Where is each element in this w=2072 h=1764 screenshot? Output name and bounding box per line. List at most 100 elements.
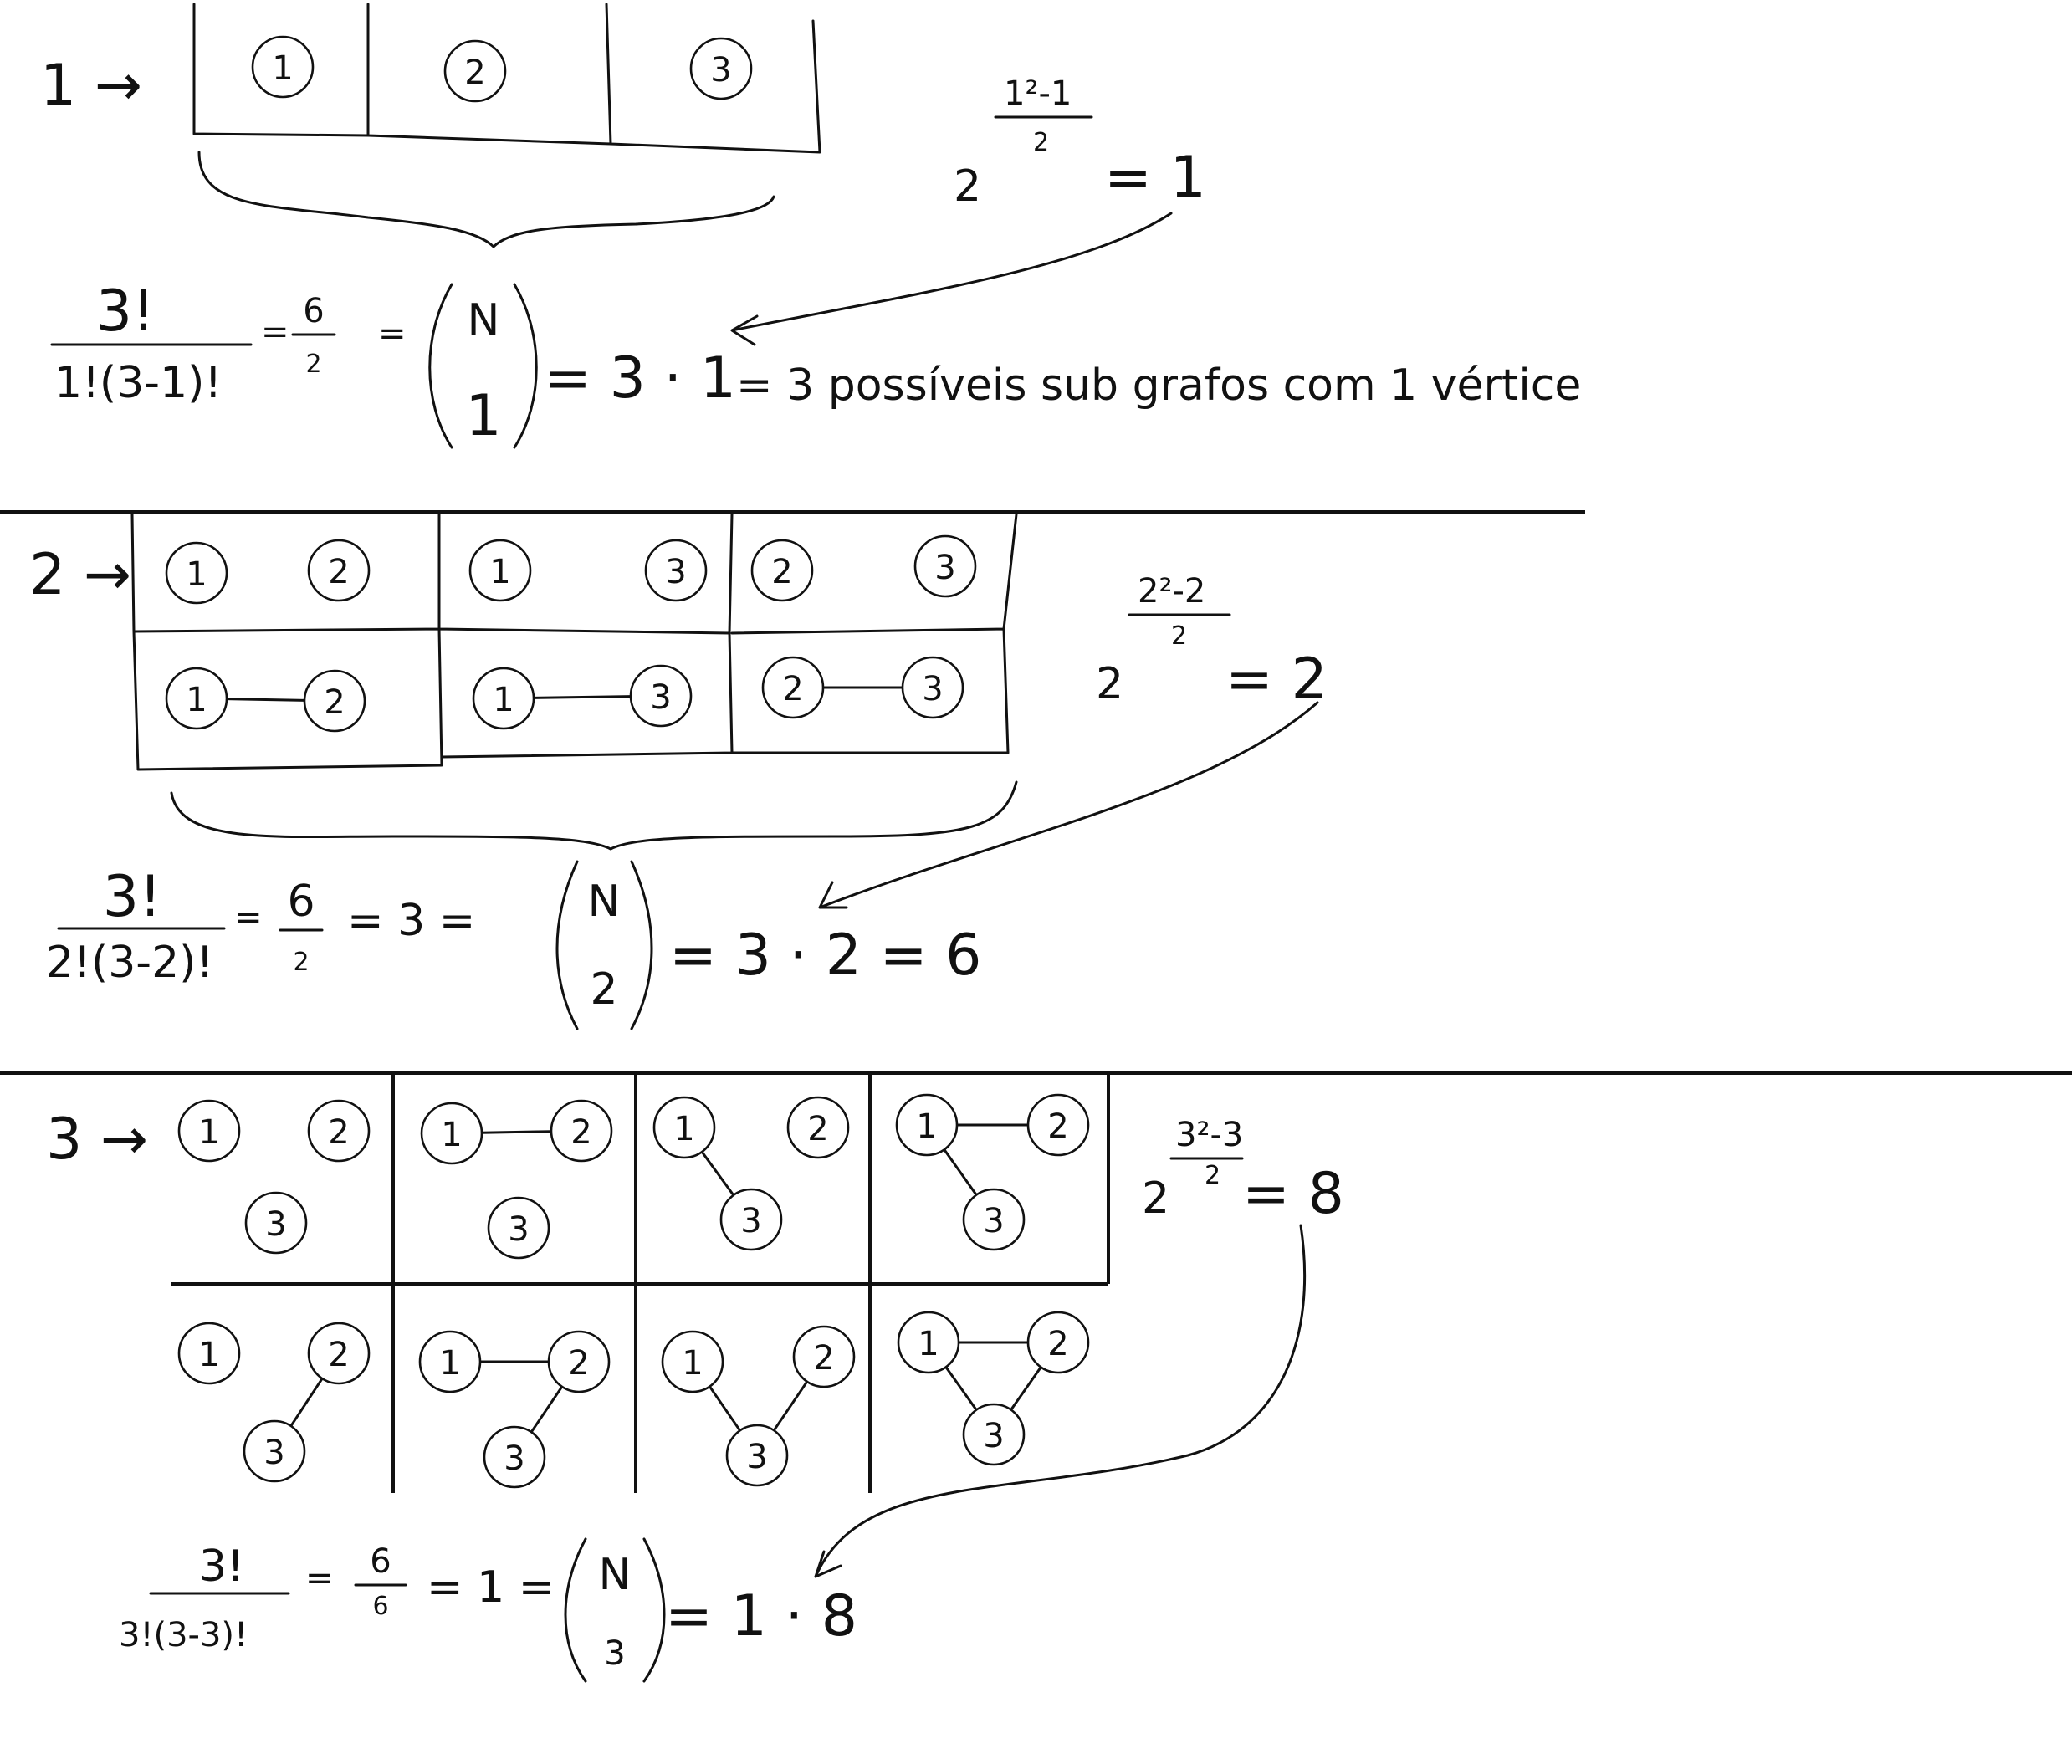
- section-2-graph-1: 12: [165, 539, 371, 605]
- section-3-result: = 1 · 8: [665, 1583, 857, 1649]
- section-1-power-exp-den: 2: [1033, 128, 1049, 157]
- section-3-eq1: =: [305, 1559, 334, 1598]
- graph-node-label-3: 3: [922, 670, 943, 708]
- graph-node-label-3: 3: [934, 549, 955, 587]
- section-2-graph-6: 23: [761, 656, 964, 719]
- section-3-frac-den: 3!(3-3)!: [119, 1616, 248, 1654]
- graph-node-label-2: 2: [568, 1344, 589, 1383]
- graph-node-label-1: 1: [682, 1344, 703, 1383]
- section-3-binom-left-paren: [564, 1537, 587, 1683]
- section-3-frac2-den: 6: [372, 1592, 388, 1621]
- section-2-power-exp-num: 2²-2: [1138, 572, 1205, 611]
- section-1-arrow: [730, 212, 1173, 346]
- section-2-arrow: [818, 701, 1319, 909]
- graph-edge-2-3: [530, 1385, 564, 1434]
- section-2-label: 2 →: [29, 542, 131, 608]
- graph-node-label-2: 2: [328, 1336, 349, 1374]
- section-2-box-frame: [130, 513, 1018, 771]
- graph-node-label-2: 2: [771, 553, 792, 591]
- graph-edge-2-3: [1010, 1365, 1042, 1412]
- section-3-graph-2: 1 2 3: [420, 1099, 613, 1260]
- graphs-layer: 1 2 31 2 1 3 2 31 2 1 3 2 31 231 231 231 231 231 231 231 23: [165, 35, 1090, 1489]
- graph-edge-1-3: [944, 1365, 978, 1412]
- section-3-power: 2 3²-3 2 = 8: [1142, 1116, 1344, 1227]
- graph-node-label-3: 3: [983, 1417, 1004, 1455]
- section-1-binom-left-paren: [428, 283, 453, 449]
- section-1-binom-right-paren: [513, 283, 538, 449]
- section-2-graph-2: 13: [468, 539, 708, 602]
- graph-node-label-1: 1: [918, 1325, 939, 1363]
- section-3-frac2-num: 6: [370, 1542, 391, 1581]
- graph-node-label-3: 3: [508, 1210, 529, 1249]
- section-3-graph-3: 1 2 3: [652, 1096, 850, 1251]
- section-1-frac2-den: 2: [305, 350, 321, 379]
- section-3-graph-8: 1 2 3: [897, 1311, 1090, 1466]
- graph-node-label-1: 1: [439, 1344, 460, 1383]
- graph-edge-1-3: [532, 695, 632, 699]
- section-1-graph-3: 3: [689, 37, 753, 100]
- section-3-graph-1: 1 2 3: [177, 1099, 371, 1255]
- section-1-result: = 3 · 1: [544, 345, 736, 412]
- graph-edge-2-3: [289, 1377, 324, 1428]
- graph-node-label-2: 2: [1047, 1107, 1068, 1146]
- section-2-binom-top: N: [588, 877, 621, 927]
- section-1-result-tail: = 3 possíveis sub grafos com 1 vértice: [736, 360, 1581, 411]
- graph-node-label-2: 2: [328, 553, 349, 591]
- section-1-power: 2 1²-1 2 = 1: [954, 74, 1206, 212]
- graph-node-label-1: 1: [673, 1110, 694, 1148]
- section-3-formula: 3! 3!(3-3)! = 6 6 = 1 = N 3 = 1 · 8: [119, 1537, 857, 1683]
- section-3-power-base: 2: [1142, 1173, 1169, 1224]
- graph-node-label-1: 1: [186, 681, 207, 719]
- graph-node-label-2: 2: [464, 54, 485, 92]
- section-1-power-result: = 1: [1104, 145, 1206, 211]
- section-1-frac-den: 1!(3-1)!: [54, 358, 222, 408]
- section-1-binom-top: N: [468, 295, 500, 345]
- graph-node-label-3: 3: [710, 51, 731, 89]
- section-3-graph-4: 1 2 3: [895, 1093, 1090, 1251]
- section-2-graph-4: 12: [165, 667, 366, 733]
- graph-edge-2-3: [772, 1380, 809, 1432]
- graph-node-label-3: 3: [740, 1202, 761, 1240]
- section-2-graph-3: 23: [750, 534, 977, 602]
- graph-node-label-2: 2: [813, 1339, 834, 1378]
- graph-node-label-2: 2: [324, 683, 345, 722]
- section-3-power-result: = 8: [1242, 1161, 1344, 1227]
- graph-node-label-3: 3: [265, 1205, 286, 1244]
- section-1-binom-bottom: 1: [465, 383, 501, 449]
- graph-node-label-2: 2: [328, 1113, 349, 1152]
- section-2-result: = 3 · 2 = 6: [669, 923, 981, 989]
- graph-node-label-3: 3: [650, 678, 671, 717]
- section-2-binom-left-paren: [555, 860, 579, 1030]
- section-1-frac2-num: 6: [303, 292, 324, 330]
- section-1-graph-1: 1: [251, 35, 315, 99]
- section-1-frac-num: 3!: [96, 279, 156, 345]
- graph-node-label-2: 2: [807, 1110, 828, 1148]
- graph-node-label-1: 1: [916, 1107, 937, 1146]
- graph-node-label-1: 1: [186, 555, 207, 594]
- section-2-binom-bottom: 2: [590, 964, 617, 1015]
- section-2-power-result: = 2: [1225, 647, 1328, 713]
- section-1-power-exp-num: 1²-1: [1004, 74, 1072, 113]
- section-3-binom-bottom: 3: [604, 1634, 625, 1673]
- section-2-power-exp-den: 2: [1171, 621, 1187, 651]
- graph-node-label-1: 1: [272, 49, 293, 88]
- section-3-label: 3 →: [46, 1107, 148, 1173]
- graph-edge-1-3: [708, 1385, 742, 1432]
- section-3-graph-5: 1 2 3: [177, 1322, 371, 1483]
- section-3-arrow: [814, 1224, 1307, 1578]
- graph-node-label-3: 3: [746, 1438, 767, 1476]
- graph-node-label-1: 1: [198, 1113, 219, 1152]
- section-3-binom-top: N: [599, 1550, 632, 1600]
- section-3-power-exp-num: 3²-3: [1175, 1116, 1243, 1154]
- section-1-formula: 3! 1!(3-1)! = 6 2 = N 1 = 3 · 1 = 3 poss…: [50, 279, 1581, 449]
- graph-edge-1-2: [480, 1130, 553, 1134]
- section-3-frac-num: 3!: [199, 1542, 244, 1592]
- graph-node-label-1: 1: [489, 553, 510, 591]
- graph-node-label-1: 1: [441, 1116, 462, 1154]
- graph-node-label-3: 3: [263, 1434, 284, 1472]
- graph-node-label-2: 2: [570, 1113, 591, 1152]
- section-2-power: 2 2²-2 2 = 2: [1096, 572, 1328, 713]
- section-3-power-exp-den: 2: [1205, 1161, 1220, 1190]
- section-2-mid: = 3 =: [347, 896, 475, 946]
- graph-node-label-3: 3: [983, 1202, 1004, 1240]
